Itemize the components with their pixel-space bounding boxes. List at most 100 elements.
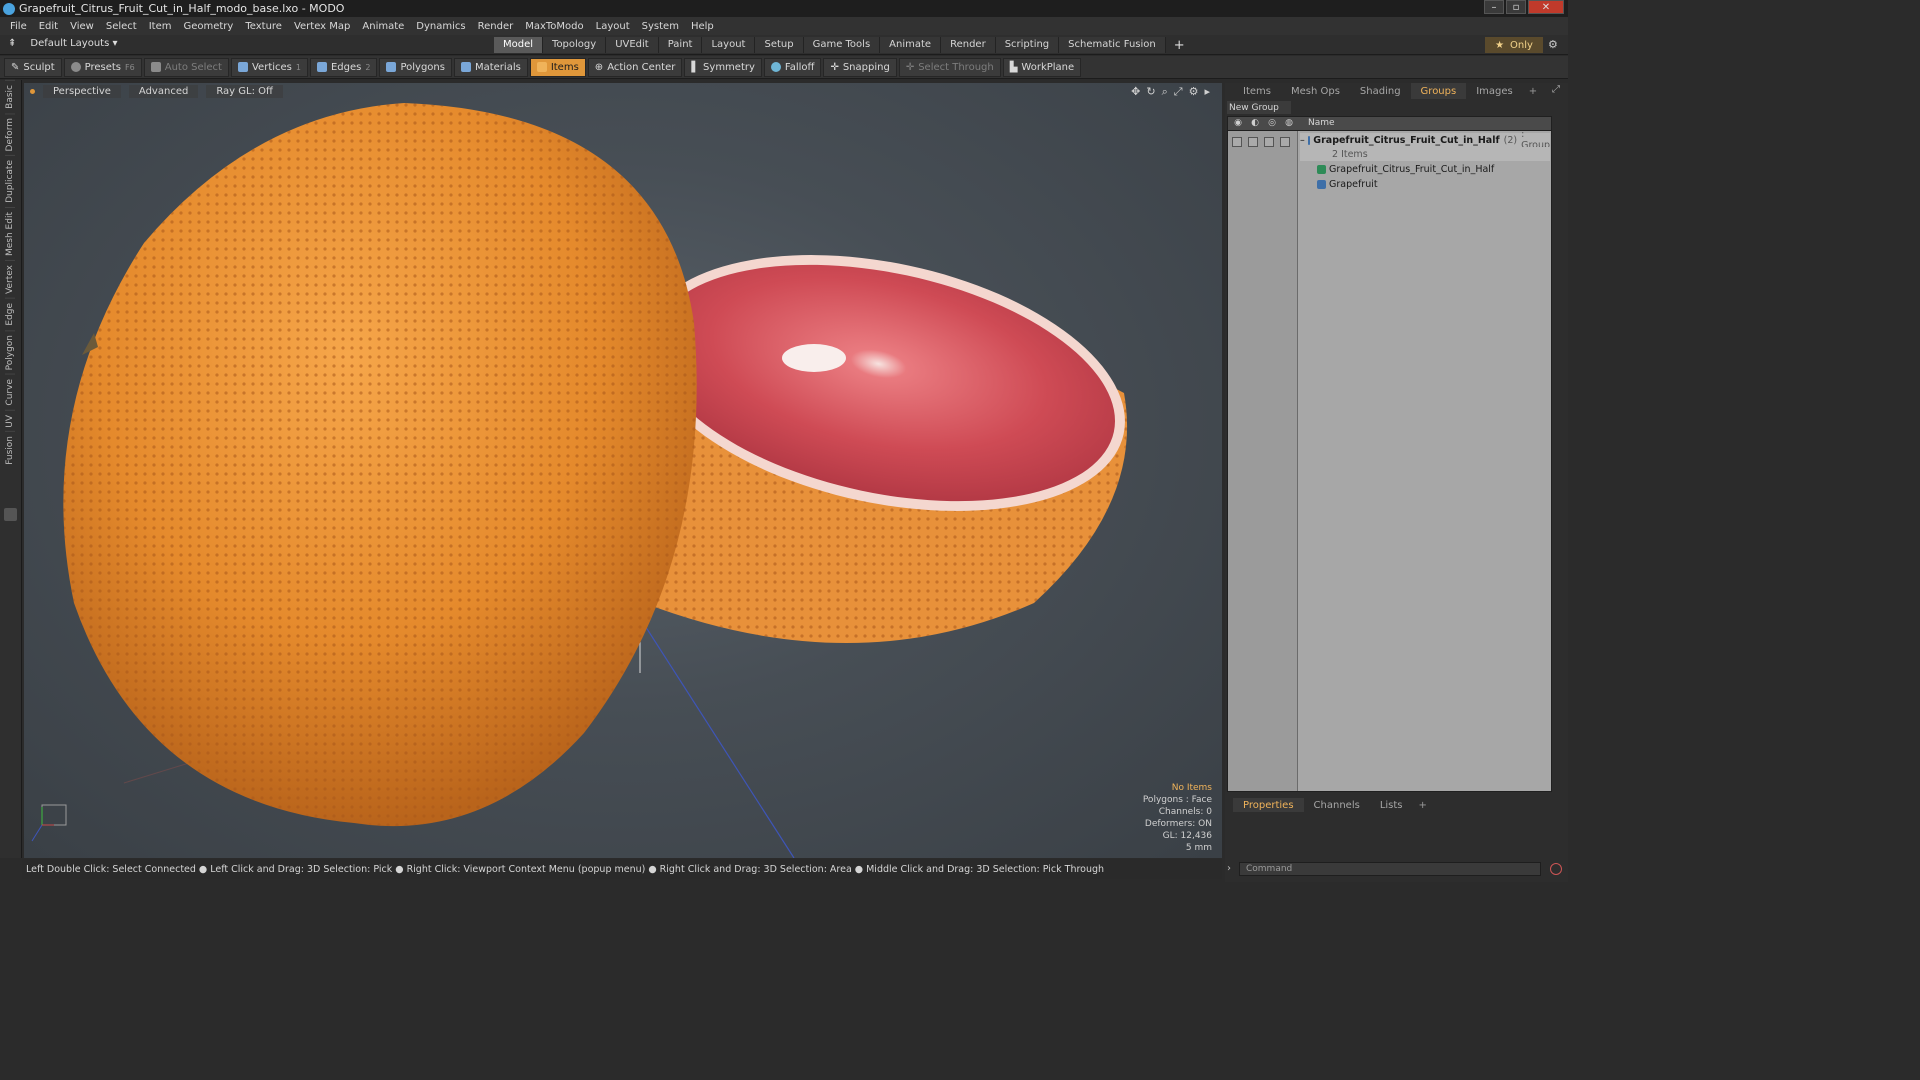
shading-dropdown[interactable]: Advanced (128, 84, 199, 98)
zoom-icon[interactable]: ⌕ (1162, 85, 1168, 99)
tab-lists[interactable]: Lists (1370, 798, 1413, 812)
left-tab-deform[interactable]: Deform (5, 112, 15, 156)
list-item[interactable]: Grapefruit_Citrus_Fruit_Cut_in_Half (1300, 162, 1550, 176)
edges-button[interactable]: Edges 2 (309, 57, 378, 77)
menu-render[interactable]: Render (472, 21, 520, 32)
viewport-3d[interactable]: Perspective Advanced Ray GL: Off ✥ ↻ ⌕ ⤢… (24, 83, 1222, 858)
name-column-header[interactable]: Name (1308, 118, 1335, 128)
menu-select[interactable]: Select (100, 21, 143, 32)
tab-topology[interactable]: Topology (543, 37, 607, 53)
menu-layout[interactable]: Layout (590, 21, 636, 32)
fit-icon[interactable]: ⤢ (1174, 85, 1183, 99)
left-tab-mesh-edit[interactable]: Mesh Edit (5, 207, 15, 261)
add-panel-tab-button[interactable]: + (1523, 86, 1543, 97)
left-tab-basic[interactable]: Basic (5, 80, 15, 113)
left-tab-curve[interactable]: Curve (5, 374, 15, 410)
list-item[interactable]: Grapefruit (1300, 177, 1550, 191)
menu-help[interactable]: Help (685, 21, 720, 32)
menu-view[interactable]: View (64, 21, 100, 32)
tab-mesh-ops[interactable]: Mesh Ops (1281, 83, 1350, 99)
tab-scripting[interactable]: Scripting (995, 37, 1060, 53)
symmetry-button[interactable]: ▌ Symmetry (684, 57, 762, 77)
tab-render[interactable]: Render (941, 37, 996, 53)
vertices-hotkey: 1 (295, 62, 301, 72)
select-col-icon[interactable]: ◍ (1283, 118, 1295, 130)
action-center-button[interactable]: ⊕ Action Center (587, 57, 683, 77)
collapse-icon[interactable]: – (1300, 135, 1305, 146)
menu-dynamics[interactable]: Dynamics (410, 21, 471, 32)
falloff-button[interactable]: Falloff (763, 57, 822, 77)
tab-game-tools[interactable]: Game Tools (803, 37, 881, 53)
materials-button[interactable]: Materials (453, 57, 528, 77)
menu-item[interactable]: Item (143, 21, 178, 32)
layout-selector[interactable]: ⇞ Default Layouts ▾ (8, 38, 118, 49)
menu-maxtomodo[interactable]: MaxToModo (519, 21, 589, 32)
group-lock-toggle[interactable] (1264, 137, 1274, 147)
panel-expand-icon[interactable]: ⤢ (1552, 84, 1560, 95)
info-polygons: Polygons : Face (1142, 795, 1212, 805)
viewport-scene (31, 103, 1128, 858)
expand-arrow-icon[interactable]: ▸ (1204, 85, 1210, 99)
command-input[interactable]: Command (1239, 862, 1541, 876)
tab-setup[interactable]: Setup (755, 37, 804, 53)
close-button[interactable]: ✕ (1528, 0, 1564, 14)
vertices-button[interactable]: Vertices 1 (230, 57, 308, 77)
tab-groups[interactable]: Groups (1410, 83, 1467, 99)
viewport-options-dot[interactable] (30, 88, 35, 94)
lock-col-icon[interactable]: ◎ (1266, 118, 1278, 130)
tab-properties[interactable]: Properties (1233, 798, 1304, 812)
perspective-dropdown[interactable]: Perspective (43, 84, 121, 98)
left-tab-duplicate[interactable]: Duplicate (5, 155, 15, 208)
left-tab-edge[interactable]: Edge (5, 298, 15, 330)
new-group-button[interactable]: New Group (1227, 101, 1291, 114)
menu-animate[interactable]: Animate (356, 21, 410, 32)
sculpt-button[interactable]: ✎ Sculpt (4, 57, 62, 77)
snapping-button[interactable]: ✛ Snapping (823, 57, 897, 77)
tab-schematic-fusion[interactable]: Schematic Fusion (1059, 37, 1166, 53)
menu-vertex-map[interactable]: Vertex Map (288, 21, 356, 32)
groups-list: ◉ ◐ ◎ ◍ Name – Grapefruit_Citrus_Fruit_C… (1227, 116, 1552, 792)
menu-edit[interactable]: Edit (33, 21, 64, 32)
left-tab-polygon[interactable]: Polygon (5, 329, 15, 375)
viewport-settings-icon[interactable]: ⚙ (1189, 85, 1199, 99)
tab-paint[interactable]: Paint (658, 37, 703, 53)
menu-file[interactable]: File (4, 21, 33, 32)
group-row[interactable]: – Grapefruit_Citrus_Fruit_Cut_in_Half (2… (1300, 129, 1550, 151)
menu-geometry[interactable]: Geometry (177, 21, 239, 32)
add-tab-button[interactable]: + (1166, 37, 1193, 54)
tab-items[interactable]: Items (1233, 83, 1281, 99)
left-tab-vertex[interactable]: Vertex (5, 260, 15, 299)
workplane-button[interactable]: ▙ WorkPlane (1002, 57, 1082, 77)
tab-animate[interactable]: Animate (880, 37, 942, 53)
add-lower-tab-button[interactable]: + (1413, 800, 1433, 811)
rotate-icon[interactable]: ↻ (1146, 85, 1155, 99)
menu-texture[interactable]: Texture (239, 21, 288, 32)
command-history-button[interactable] (1550, 863, 1562, 875)
gear-icon[interactable]: ⚙ (1548, 38, 1558, 51)
select-through-button[interactable]: ✛ Select Through (898, 57, 1001, 77)
left-tab-uv[interactable]: UV (5, 409, 15, 432)
left-panel-toggle[interactable] (4, 508, 17, 521)
tab-model[interactable]: Model (494, 37, 544, 53)
tab-layout[interactable]: Layout (702, 37, 756, 53)
render-col-icon[interactable]: ◐ (1249, 118, 1261, 130)
only-button[interactable]: ★ Only (1485, 37, 1543, 53)
visibility-col-icon[interactable]: ◉ (1232, 118, 1244, 130)
group-select-toggle[interactable] (1280, 137, 1290, 147)
polygons-button[interactable]: Polygons (379, 57, 452, 77)
minimize-button[interactable]: – (1484, 0, 1504, 14)
tab-shading[interactable]: Shading (1350, 83, 1411, 99)
group-visibility-toggle[interactable] (1232, 137, 1242, 147)
items-button[interactable]: Items (529, 57, 586, 77)
raygl-toggle[interactable]: Ray GL: Off (206, 84, 283, 98)
tab-images[interactable]: Images (1466, 83, 1523, 99)
presets-button[interactable]: Presets F6 (63, 57, 142, 77)
left-tab-fusion[interactable]: Fusion (5, 431, 15, 470)
auto-select-button[interactable]: Auto Select (143, 57, 229, 77)
tab-channels[interactable]: Channels (1304, 798, 1370, 812)
tab-uvedit[interactable]: UVEdit (606, 37, 659, 53)
pan-icon[interactable]: ✥ (1131, 85, 1140, 99)
menu-system[interactable]: System (636, 21, 685, 32)
group-render-toggle[interactable] (1248, 137, 1258, 147)
maximize-button[interactable]: ▫ (1506, 0, 1526, 14)
